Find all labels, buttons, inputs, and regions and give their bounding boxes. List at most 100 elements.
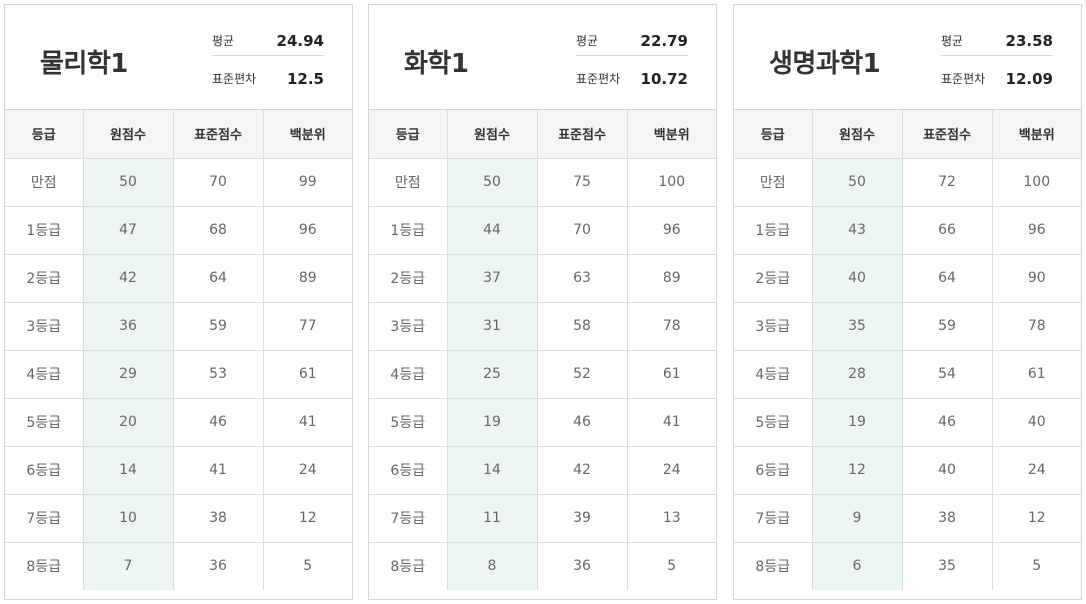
std-dev-stat: 표준편차 12.09 [941,67,1053,93]
grade-cell: 8등급 [5,542,84,590]
standard-score-cell: 46 [902,398,993,447]
raw-score-cell: 50 [812,158,903,207]
percentile-cell: 96 [263,206,352,255]
table-row: 6등급 14 41 24 [5,446,352,495]
grade-cell: 6등급 [369,446,448,495]
grade-cell: 4등급 [5,350,84,399]
table-row: 8등급 6 35 5 [734,542,1081,590]
subject-title: 물리학1 [40,49,128,79]
standard-score-cell: 46 [537,398,628,447]
column-header-raw-score: 원점수 [83,110,174,159]
table-body: 만점 50 72 100 1등급 43 66 96 2등급 40 64 90 3… [734,158,1081,590]
standard-score-cell: 72 [902,158,993,207]
table-row: 6등급 14 42 24 [369,446,716,495]
raw-score-cell: 31 [447,302,538,351]
table-row: 7등급 11 39 13 [369,494,716,543]
average-label: 평균 [212,34,235,48]
percentile-cell: 5 [303,558,313,575]
percentile-cell: 96 [992,206,1081,255]
raw-score-cell: 29 [83,350,174,399]
table-row: 3등급 35 59 78 [734,302,1081,351]
table-row: 2등급 42 64 89 [5,254,352,303]
table-row: 1등급 44 70 96 [369,206,716,255]
average-stat: 평균 23.58 [941,29,1053,56]
raw-score-cell: 20 [83,398,174,447]
average-value: 24.94 [276,32,324,50]
percentile-cell: 100 [992,158,1081,207]
table-row: 7등급 10 38 12 [5,494,352,543]
column-header-standard-score: 표준점수 [902,110,993,159]
table-row: 5등급 19 46 40 [734,398,1081,447]
percentile-cell: 89 [627,254,716,303]
subject-card: 화학1 평균 22.79 표준편차 10.72 등급 원점수 표준점수 백분위 [368,4,717,600]
percentile-cell: 5 [667,558,677,575]
grade-cell: 3등급 [369,302,448,351]
percentile-cell: 77 [263,302,352,351]
percentile-cell: 78 [992,302,1081,351]
raw-score-cell: 7 [83,542,174,590]
grade-cell: 5등급 [5,398,84,447]
card-header: 물리학1 평균 24.94 표준편차 12.5 [5,5,352,110]
grade-cell: 만점 [734,158,813,207]
table-row: 만점 50 75 100 [369,158,716,207]
standard-score-cell: 70 [173,158,264,207]
average-label: 평균 [576,34,599,48]
grade-cell: 3등급 [5,302,84,351]
standard-score-cell: 64 [902,254,993,303]
std-dev-value: 12.5 [286,70,324,88]
standard-score-cell: 59 [173,302,264,351]
std-dev-label: 표준편차 [576,72,621,86]
standard-score-cell: 46 [173,398,264,447]
standard-score-cell: 36 [173,542,264,590]
grade-cell: 4등급 [734,350,813,399]
grade-cell: 3등급 [734,302,813,351]
grade-table: 등급 원점수 표준점수 백분위 만점 50 72 100 1등급 43 66 9… [734,110,1081,590]
percentile-cell: 90 [992,254,1081,303]
raw-score-cell: 11 [447,494,538,543]
table-row: 1등급 47 68 96 [5,206,352,255]
standard-score-cell: 63 [537,254,628,303]
subject-card: 물리학1 평균 24.94 표준편차 12.5 등급 원점수 표준점수 백분위 [4,4,353,600]
std-dev-value: 10.72 [640,70,688,88]
grade-table: 등급 원점수 표준점수 백분위 만점 50 75 100 1등급 44 70 9… [369,110,716,590]
table-header-row: 등급 원점수 표준점수 백분위 [734,110,1081,159]
table-row: 4등급 25 52 61 [369,350,716,399]
raw-score-cell: 9 [812,494,903,543]
table-row: 8등급 8 36 5 [369,542,716,590]
standard-score-cell: 38 [173,494,264,543]
grade-cell: 1등급 [369,206,448,255]
percentile-cell: 100 [627,158,716,207]
average-value: 22.79 [640,32,688,50]
raw-score-cell: 42 [83,254,174,303]
table-row: 2등급 40 64 90 [734,254,1081,303]
table-row: 1등급 43 66 96 [734,206,1081,255]
percentile-cell: 24 [263,446,352,495]
raw-score-cell: 37 [447,254,538,303]
percentile-cell: 78 [627,302,716,351]
grade-cell: 6등급 [734,446,813,495]
table-header-row: 등급 원점수 표준점수 백분위 [369,110,716,159]
average-value: 23.58 [1005,32,1053,50]
raw-score-cell: 25 [447,350,538,399]
column-header-standard-score: 표준점수 [173,110,264,159]
average-label: 평균 [941,34,964,48]
column-header-standard-score: 표준점수 [537,110,628,159]
standard-score-cell: 75 [537,158,628,207]
raw-score-cell: 40 [812,254,903,303]
grade-cell: 2등급 [734,254,813,303]
table-row: 만점 50 72 100 [734,158,1081,207]
table-row: 4등급 28 54 61 [734,350,1081,399]
column-header-raw-score: 원점수 [447,110,538,159]
column-header-raw-score: 원점수 [812,110,903,159]
standard-score-cell: 52 [537,350,628,399]
std-dev-label: 표준편차 [212,72,257,86]
table-row: 4등급 29 53 61 [5,350,352,399]
standard-score-cell: 68 [173,206,264,255]
table-row: 5등급 20 46 41 [5,398,352,447]
table-row: 6등급 12 40 24 [734,446,1081,495]
standard-score-cell: 53 [173,350,264,399]
standard-score-cell: 70 [537,206,628,255]
percentile-cell: 13 [627,494,716,543]
percentile-cell: 89 [263,254,352,303]
card-header: 화학1 평균 22.79 표준편차 10.72 [369,5,716,110]
